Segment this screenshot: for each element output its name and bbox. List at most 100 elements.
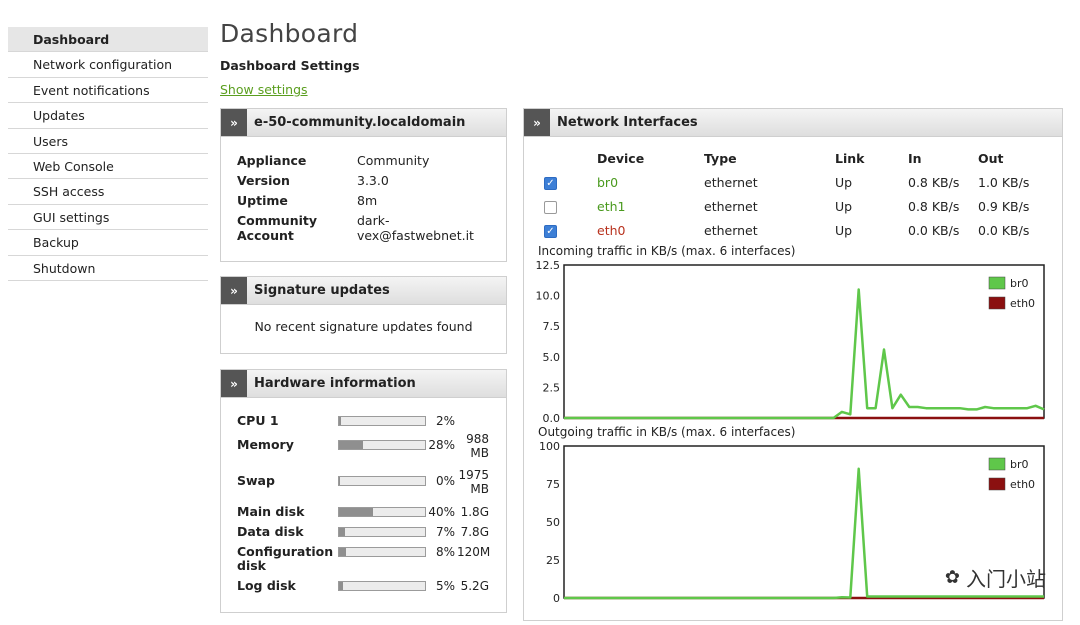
column-header-device: Device	[597, 151, 645, 166]
interface-checkbox[interactable]	[544, 201, 557, 214]
hw-size: 120M	[457, 545, 491, 559]
watermark-text: 入门小站	[966, 567, 1046, 591]
page-title: Dashboard	[220, 19, 359, 48]
dashboard-settings-title: Dashboard Settings	[220, 58, 360, 73]
network-interfaces-panel: » Network Interfaces Device Type Link In…	[523, 108, 1063, 621]
legend-swatch-br0	[988, 457, 1006, 471]
version-value: 3.3.0	[357, 173, 389, 188]
legend-swatch-eth0	[988, 477, 1006, 491]
sidebar-item-network-configuration[interactable]: Network configuration	[8, 52, 208, 78]
appliance-panel: » e-50-community.localdomain Appliance C…	[220, 108, 507, 262]
interface-in: 0.8 KB/s	[908, 175, 960, 190]
hw-label: Memory	[237, 437, 294, 452]
signature-panel-header: » Signature updates	[221, 277, 506, 305]
signature-updates-message: No recent signature updates found	[254, 319, 473, 334]
y-tick-label: 0.0	[543, 412, 561, 425]
sidebar-item-gui-settings[interactable]: GUI settings	[8, 205, 208, 231]
legend-swatch-br0	[988, 276, 1006, 290]
wechat-icon: ✿	[944, 567, 960, 588]
show-settings-link[interactable]: Show settings	[220, 82, 308, 97]
hw-usage-bar-fill	[339, 477, 340, 485]
interface-type: ethernet	[704, 199, 758, 214]
sidebar: Dashboard Network configuration Event no…	[8, 27, 208, 281]
interface-device: br0	[597, 175, 619, 190]
sidebar-item-web-console[interactable]: Web Console	[8, 154, 208, 180]
network-panel-title: Network Interfaces	[557, 115, 698, 130]
interface-in: 0.8 KB/s	[908, 199, 960, 214]
hw-percent: 0%	[435, 474, 455, 488]
community-account-key: Community Account	[237, 213, 318, 243]
hw-percent: 7%	[435, 525, 455, 539]
collapse-arrow-icon[interactable]: »	[221, 109, 247, 136]
y-tick-label: 50	[546, 516, 560, 529]
hw-percent: 28%	[428, 438, 455, 452]
uptime-value: 8m	[357, 193, 378, 208]
hw-usage-bar	[338, 416, 426, 426]
sidebar-item-event-notifications[interactable]: Event notifications	[8, 78, 208, 104]
interface-device: eth0	[597, 223, 626, 238]
sidebar-item-shutdown[interactable]: Shutdown	[8, 256, 208, 281]
hardware-panel-title: Hardware information	[254, 376, 416, 391]
column-header-in: In	[908, 151, 922, 166]
sidebar-item-ssh-access[interactable]: SSH access	[8, 179, 208, 205]
hw-usage-bar-fill	[339, 582, 344, 590]
hw-size: 7.8G	[460, 525, 489, 539]
hw-usage-bar	[338, 507, 426, 517]
legend-swatch-eth0	[988, 296, 1006, 310]
hw-size: 1975 MB	[458, 468, 489, 496]
sidebar-item-updates[interactable]: Updates	[8, 103, 208, 129]
appliance-panel-title: e-50-community.localdomain	[254, 115, 466, 130]
hw-label: Swap	[237, 473, 275, 488]
hw-usage-bar	[338, 547, 426, 557]
hw-usage-bar	[338, 440, 426, 450]
interface-type: ethernet	[704, 223, 758, 238]
interface-checkbox[interactable]: ✓	[544, 225, 557, 238]
hw-label: Configuration disk	[237, 544, 334, 573]
y-tick-label: 75	[546, 478, 560, 491]
y-tick-label: 100	[539, 440, 560, 453]
sidebar-item-dashboard[interactable]: Dashboard	[8, 27, 208, 53]
legend-label-br0: br0	[1010, 277, 1029, 290]
collapse-arrow-icon[interactable]: »	[524, 109, 550, 136]
hw-size: 5.2G	[460, 579, 489, 593]
y-tick-label: 7.5	[543, 320, 561, 333]
plot-area	[563, 264, 1045, 419]
interface-link: Up	[835, 223, 853, 238]
hw-usage-bar-fill	[339, 417, 341, 425]
signature-panel-title: Signature updates	[254, 283, 390, 298]
appliance-panel-header: » e-50-community.localdomain	[221, 109, 506, 137]
interface-link: Up	[835, 175, 853, 190]
y-tick-label: 10.0	[536, 290, 561, 303]
y-tick-label: 2.5	[543, 381, 561, 394]
interface-checkbox[interactable]: ✓	[544, 177, 557, 190]
interface-link: Up	[835, 199, 853, 214]
hw-usage-bar-fill	[339, 528, 346, 536]
hw-size: 988 MB	[466, 432, 489, 460]
y-tick-label: 25	[546, 554, 560, 567]
sidebar-item-users[interactable]: Users	[8, 129, 208, 154]
sidebar-item-backup[interactable]: Backup	[8, 230, 208, 256]
hw-percent: 8%	[435, 545, 455, 559]
legend-label-eth0: eth0	[1010, 478, 1035, 491]
interface-device: eth1	[597, 199, 626, 214]
hw-usage-bar-fill	[339, 548, 346, 556]
hw-label: CPU 1	[237, 413, 279, 428]
hw-usage-bar-fill	[339, 441, 364, 449]
legend-label-eth0: eth0	[1010, 297, 1035, 310]
watermark: ✿ 入门小站	[945, 563, 1046, 592]
outgoing-chart-title: Outgoing traffic in KB/s (max. 6 interfa…	[538, 425, 796, 439]
incoming-chart-title: Incoming traffic in KB/s (max. 6 interfa…	[538, 244, 796, 258]
legend-label-br0: br0	[1010, 458, 1029, 471]
hw-label: Main disk	[237, 504, 305, 519]
hw-size: 1.8G	[460, 505, 489, 519]
hw-usage-bar	[338, 527, 426, 537]
hw-usage-bar	[338, 476, 426, 486]
hw-usage-bar-fill	[339, 508, 374, 516]
collapse-arrow-icon[interactable]: »	[221, 277, 247, 304]
interface-out: 0.9 KB/s	[978, 199, 1030, 214]
hw-label: Log disk	[237, 578, 296, 593]
interface-out: 1.0 KB/s	[978, 175, 1030, 190]
column-header-link: Link	[835, 151, 865, 166]
hw-percent: 2%	[435, 414, 455, 428]
collapse-arrow-icon[interactable]: »	[221, 370, 247, 397]
